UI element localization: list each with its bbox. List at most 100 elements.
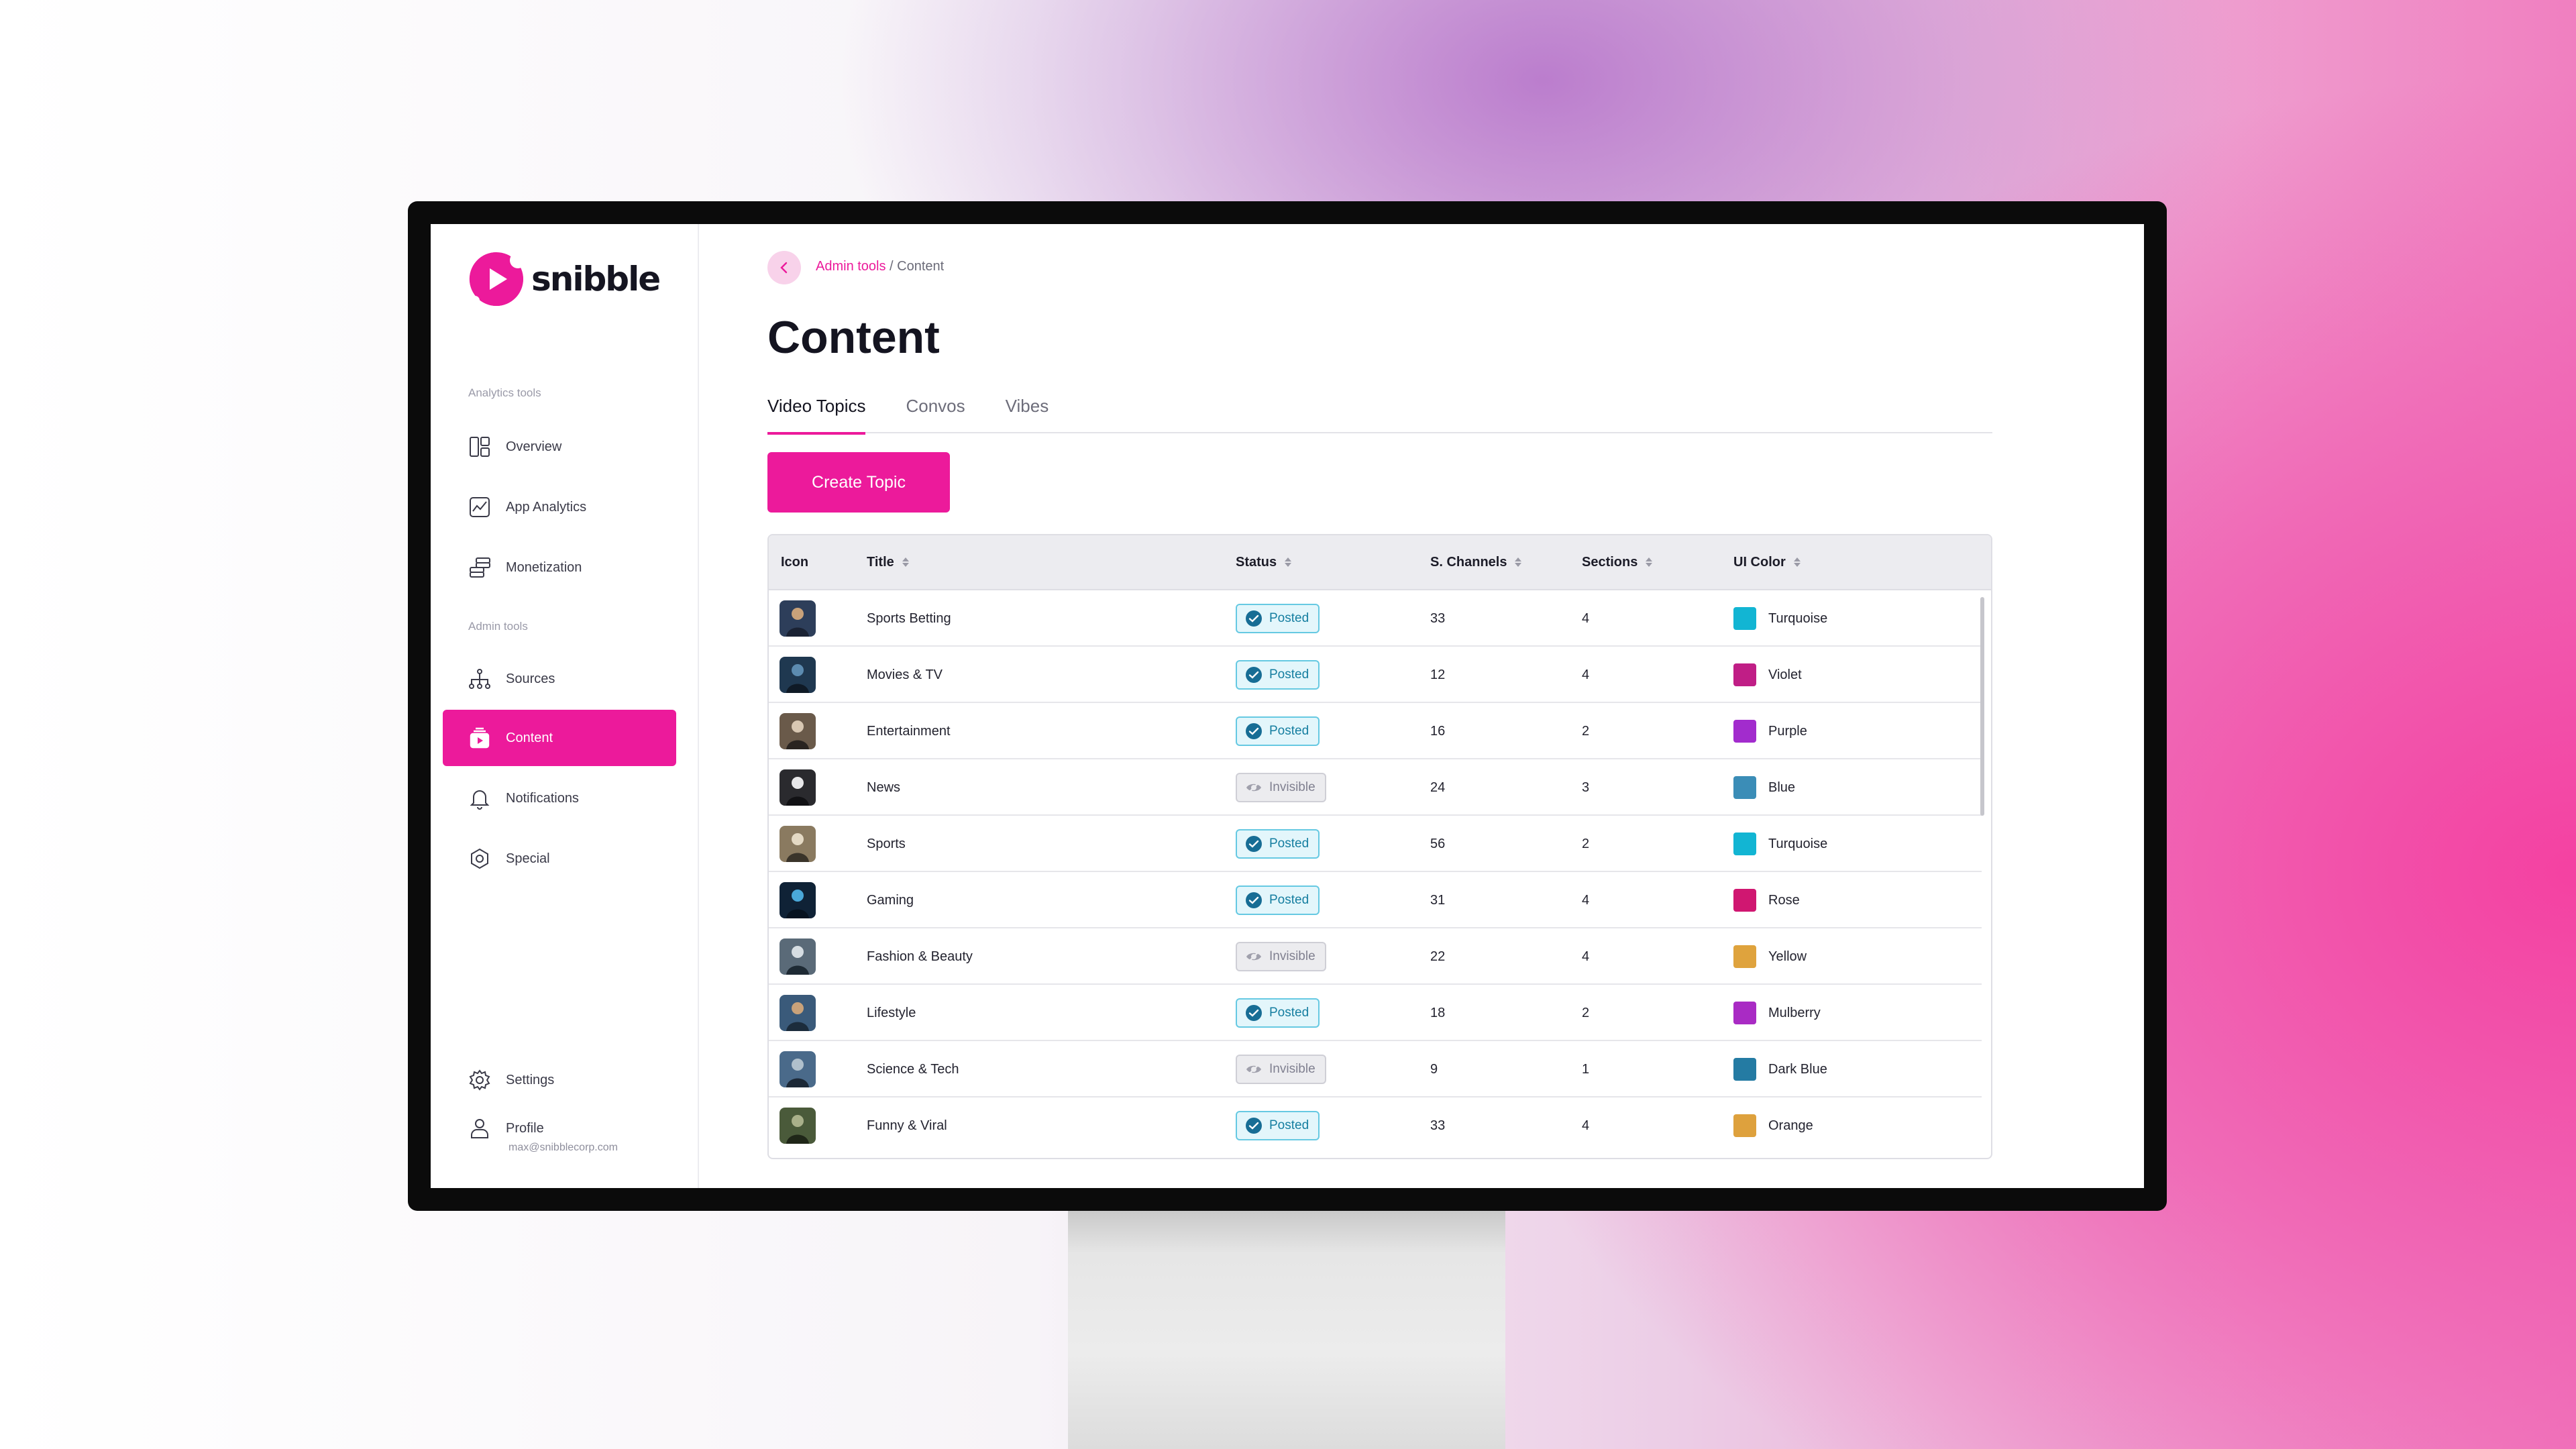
table-row[interactable]: Funny & Viral Posted 33 4 Orange	[769, 1097, 1982, 1154]
row-status-cell: Posted	[1236, 1097, 1320, 1154]
row-title: Gaming	[867, 892, 914, 908]
create-topic-button[interactable]: Create Topic	[767, 452, 950, 513]
tab-convos[interactable]: Convos	[906, 393, 965, 433]
status-label: Posted	[1269, 1006, 1309, 1020]
topic-thumbnail	[780, 1051, 816, 1087]
sidebar-item-label: Content	[506, 730, 553, 745]
sidebar-item-sources[interactable]: Sources	[443, 651, 676, 707]
row-channels: 9	[1430, 1061, 1438, 1077]
sort-icon[interactable]	[1515, 557, 1522, 567]
page-title: Content	[767, 312, 940, 363]
table-row[interactable]: News Invisible 24 3 Blue	[769, 759, 1982, 816]
table-row[interactable]: Entertainment Posted 16 2 Purple	[769, 703, 1982, 759]
status-badge: Posted	[1236, 660, 1320, 690]
row-ui-color-cell: Dark Blue	[1733, 1041, 1827, 1097]
sidebar-item-label: Profile	[506, 1120, 544, 1136]
tab-video-topics[interactable]: Video Topics	[767, 393, 866, 435]
check-circle-icon	[1245, 610, 1263, 627]
sort-icon[interactable]	[1793, 557, 1801, 567]
row-icon-cell	[780, 1041, 816, 1097]
column-header-title[interactable]: Title	[867, 535, 909, 590]
tab-vibes[interactable]: Vibes	[1006, 393, 1049, 433]
color-swatch	[1733, 1058, 1756, 1081]
table-row[interactable]: Sports Betting Posted 33 4 Turquoise	[769, 590, 1982, 647]
row-status-cell: Invisible	[1236, 928, 1326, 985]
topic-thumbnail	[780, 657, 816, 693]
table-row[interactable]: Movies & TV Posted 12 4 Violet	[769, 647, 1982, 703]
row-channels: 16	[1430, 723, 1446, 739]
table-row[interactable]: Gaming Posted 31 4 Rose	[769, 872, 1982, 928]
monitor-stand	[1068, 1211, 1505, 1449]
topic-thumbnail	[780, 713, 816, 749]
status-badge: Invisible	[1236, 942, 1326, 971]
check-circle-icon	[1245, 892, 1263, 909]
row-channels: 24	[1430, 780, 1446, 795]
row-title: Entertainment	[867, 723, 951, 739]
row-channels: 33	[1430, 610, 1446, 626]
sidebar-item-label: Overview	[506, 439, 562, 454]
check-circle-icon	[1245, 835, 1263, 853]
status-badge: Invisible	[1236, 773, 1326, 802]
section-label-admin: Admin tools	[468, 620, 528, 633]
back-button[interactable]	[767, 251, 801, 284]
sidebar-item-label: App Analytics	[506, 499, 587, 515]
column-header-sections[interactable]: Sections	[1582, 535, 1653, 590]
row-icon-cell	[780, 985, 816, 1041]
sidebar-item-special[interactable]: Special	[443, 830, 676, 887]
column-header-channels[interactable]: S. Channels	[1430, 535, 1522, 590]
row-ui-color-cell: Blue	[1733, 759, 1795, 816]
row-title: Funny & Viral	[867, 1118, 947, 1133]
row-ui-color-cell: Orange	[1733, 1097, 1813, 1154]
table-row[interactable]: Fashion & Beauty Invisible 22 4 Yellow	[769, 928, 1982, 985]
row-status-cell: Posted	[1236, 985, 1320, 1041]
row-title: Fashion & Beauty	[867, 949, 973, 964]
status-badge: Posted	[1236, 829, 1320, 859]
check-circle-icon	[1245, 666, 1263, 684]
sidebar-item-label: Sources	[506, 671, 555, 686]
status-badge: Posted	[1236, 716, 1320, 746]
logo-text: snibble	[531, 260, 661, 299]
section-label-analytics: Analytics tools	[468, 386, 541, 399]
table-scrollbar[interactable]	[1980, 597, 1984, 816]
sidebar: snibble Analytics tools Overview App Ana…	[431, 224, 699, 1188]
coins-icon	[468, 556, 491, 579]
status-label: Posted	[1269, 893, 1309, 907]
row-title: Science & Tech	[867, 1061, 959, 1077]
logo[interactable]: snibble	[468, 251, 661, 307]
sidebar-item-app-analytics[interactable]: App Analytics	[443, 479, 676, 535]
sidebar-item-overview[interactable]: Overview	[443, 419, 676, 475]
sidebar-item-notifications[interactable]: Notifications	[443, 770, 676, 826]
check-circle-icon	[1245, 722, 1263, 740]
table-body: Sports Betting Posted 33 4 Turquoise Mov…	[769, 590, 1991, 1154]
hexagon-icon	[468, 847, 491, 870]
column-header-status[interactable]: Status	[1236, 535, 1292, 590]
table-row[interactable]: Science & Tech Invisible 9 1 Dark Blue	[769, 1041, 1982, 1097]
row-title: Movies & TV	[867, 667, 943, 682]
row-channels: 18	[1430, 1005, 1446, 1020]
sidebar-item-monetization[interactable]: Monetization	[443, 539, 676, 596]
chart-icon	[468, 496, 491, 519]
gear-icon	[468, 1069, 491, 1091]
sort-icon[interactable]	[1285, 557, 1292, 567]
color-swatch	[1733, 776, 1756, 799]
table-row[interactable]: Lifestyle Posted 18 2 Mulberry	[769, 985, 1982, 1041]
row-color-name: Rose	[1768, 892, 1800, 908]
row-channels: 12	[1430, 667, 1446, 682]
row-status-cell: Invisible	[1236, 1041, 1326, 1097]
status-label: Posted	[1269, 724, 1309, 738]
table-row[interactable]: Sports Posted 56 2 Turquoise	[769, 816, 1982, 872]
topic-thumbnail	[780, 882, 816, 918]
row-channels: 56	[1430, 836, 1446, 851]
sidebar-item-content[interactable]: Content	[443, 710, 676, 766]
column-header-ui-color[interactable]: UI Color	[1733, 535, 1801, 590]
breadcrumb-link-admin-tools[interactable]: Admin tools	[816, 259, 886, 274]
sort-icon[interactable]	[902, 557, 909, 567]
row-status-cell: Posted	[1236, 590, 1320, 647]
main-content: Admin tools / Content Content Video Topi…	[699, 224, 2144, 1188]
row-color-name: Violet	[1768, 667, 1802, 682]
sort-icon[interactable]	[1646, 557, 1653, 567]
table-header: Icon Title Status S. Channels Sections U…	[769, 535, 1991, 590]
row-sections: 2	[1582, 836, 1590, 851]
row-title: Sports	[867, 836, 906, 851]
row-ui-color-cell: Mulberry	[1733, 985, 1821, 1041]
